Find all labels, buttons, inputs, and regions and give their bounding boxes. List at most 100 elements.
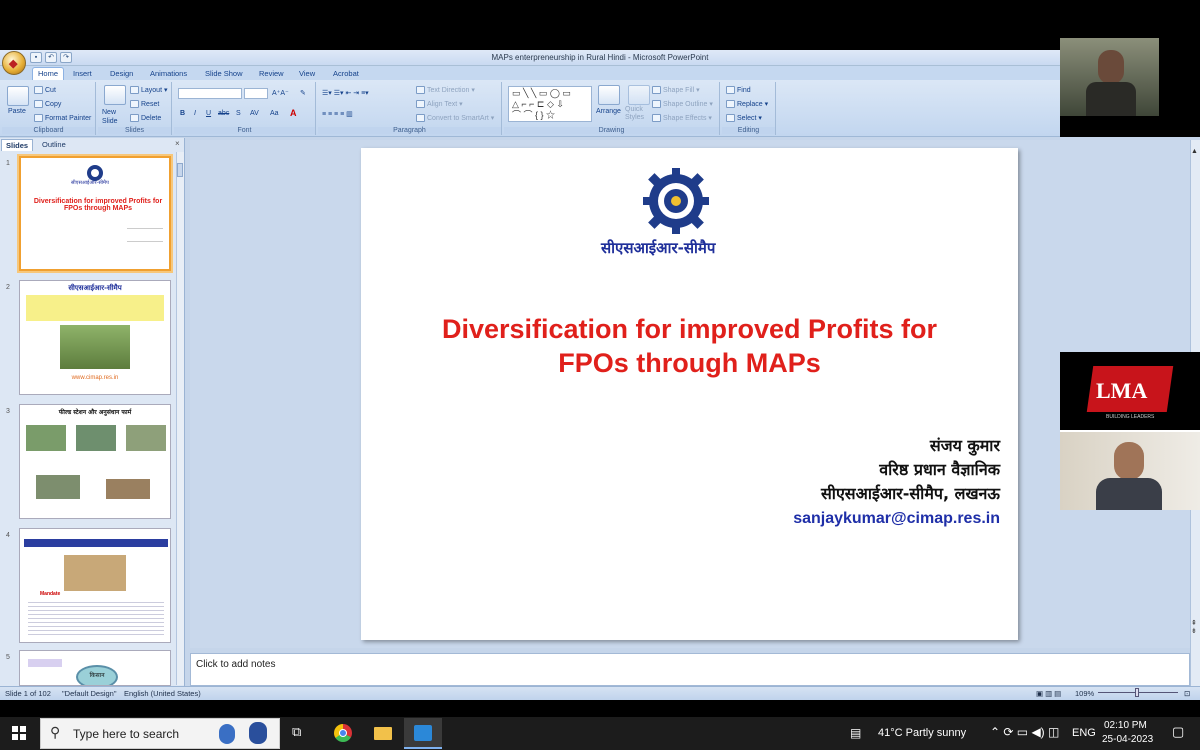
office-button[interactable]: ◆ — [2, 51, 26, 75]
redo-icon[interactable]: ↷ — [60, 52, 72, 63]
cut-button[interactable]: Cut — [34, 86, 56, 94]
slide-thumb-3[interactable]: फील्ड स्टेशन और अनुसंधान फार्म — [19, 404, 171, 519]
group-clipboard: Paste Cut Copy Format Painter Clipboard — [2, 82, 96, 135]
thumb-number: 1 — [6, 160, 10, 167]
grow-font-icon[interactable]: A⁺A⁻ — [272, 89, 289, 97]
status-language[interactable]: English (United States) — [124, 689, 201, 698]
tab-home[interactable]: Home — [32, 67, 65, 81]
windows-start-icon[interactable] — [12, 726, 26, 740]
shapes-gallery[interactable]: ▭ ╲ ╲ ▭ ◯ ▭ △ ⌐ ⌐ ⊏ ◇ ⇩ ⌒ ⌒ { } ☆ — [508, 86, 592, 122]
group-label-clipboard: Clipboard — [2, 127, 95, 134]
zoom-level[interactable]: 109% — [1075, 689, 1094, 698]
zoom-slider-thumb[interactable] — [1135, 688, 1139, 697]
quick-styles-button[interactable]: Quick Styles — [625, 106, 655, 122]
tab-slides[interactable]: Slides — [1, 139, 34, 151]
task-view-icon[interactable]: ⧉ — [292, 724, 301, 740]
arrange-icon[interactable] — [598, 85, 620, 105]
tray-icons[interactable]: ⌃ ⟳ ▭ ◀) ◫ — [990, 725, 1059, 739]
align-icons[interactable]: ≡ ≡ ≡ ≡ ▥ — [322, 110, 353, 118]
slide-thumb-2[interactable]: सीएसआईआर-सीमैप www.cimap.res.in — [19, 280, 171, 395]
binoculars-icon — [726, 86, 735, 94]
notifications-icon[interactable]: ▢ — [1172, 724, 1184, 740]
close-panel-icon[interactable]: × — [175, 139, 180, 148]
delete-button[interactable]: Delete — [130, 114, 161, 122]
scroll-up-icon[interactable]: ▲ — [1191, 148, 1198, 155]
weather-icon[interactable]: ▤ — [850, 726, 861, 740]
underline-button[interactable]: U — [206, 110, 211, 117]
font-name-select[interactable] — [178, 88, 242, 99]
clear-format-icon[interactable]: ✎ — [300, 89, 306, 97]
font-color-icon[interactable]: A — [290, 108, 297, 118]
tab-acrobat[interactable]: Acrobat — [328, 68, 364, 80]
current-slide[interactable]: सीएसआईआर-सीमैप Diversification for impro… — [361, 148, 1018, 640]
clock-time[interactable]: 02:10 PM — [1104, 720, 1147, 731]
group-label-paragraph: Paragraph — [318, 127, 501, 134]
prev-next-slide-icons[interactable]: ⇞ ⇟ — [1191, 620, 1197, 636]
shape-outline-button[interactable]: Shape Outline ▾ — [652, 100, 713, 109]
shape-outline-label: Shape Outline — [663, 101, 708, 108]
select-button[interactable]: Select ▾ — [726, 114, 762, 123]
taskbar-explorer-button[interactable] — [366, 718, 400, 749]
new-slide-button[interactable]: New Slide — [102, 108, 128, 126]
italic-button[interactable]: I — [194, 110, 196, 117]
format-painter-button[interactable]: Format Painter — [34, 114, 91, 122]
author-email: sanjaykumar@cimap.res.in — [793, 510, 1000, 527]
taskbar-chrome-button[interactable] — [326, 718, 360, 749]
chrome-icon-center — [339, 729, 347, 737]
reset-button[interactable]: Reset — [130, 100, 159, 108]
strikethrough-button[interactable]: abc — [218, 110, 229, 117]
slide-thumb-1[interactable]: सीएसआईआर-सीमैप Diversification for impro… — [17, 154, 173, 273]
notes-pane[interactable]: Click to add notes — [190, 653, 1190, 686]
tab-outline[interactable]: Outline — [38, 139, 70, 151]
thumb-title: फील्ड स्टेशन और अनुसंधान फार्म — [58, 409, 132, 416]
thumb-box — [28, 659, 62, 667]
bold-button[interactable]: B — [180, 110, 185, 117]
save-icon[interactable]: ▪ — [30, 52, 42, 63]
layout-button[interactable]: Layout ▾ — [130, 86, 168, 95]
thumb-header-bar — [24, 539, 168, 547]
copy-button[interactable]: Copy — [34, 100, 61, 108]
language-indicator[interactable]: ENG — [1072, 727, 1096, 739]
find-button[interactable]: Find — [726, 86, 751, 94]
paste-icon[interactable] — [7, 86, 29, 106]
tab-design[interactable]: Design — [105, 68, 138, 80]
thumb-title: किसान — [76, 665, 118, 685]
clock-date[interactable]: 25-04-2023 — [1102, 734, 1153, 745]
shadow-button[interactable]: S — [236, 110, 241, 117]
replace-button[interactable]: Replace ▾ — [726, 100, 768, 109]
search-highlight-art-icon — [215, 720, 275, 746]
arrange-button[interactable]: Arrange — [596, 108, 621, 115]
slides-panel-scroll-thumb[interactable] — [177, 163, 183, 177]
taskbar-powerpoint-button[interactable] — [404, 718, 442, 749]
view-buttons[interactable]: ▣▥▤ — [1036, 689, 1063, 698]
thumb-photo — [64, 555, 126, 591]
change-case-button[interactable]: Aa — [270, 110, 279, 117]
undo-icon[interactable]: ↶ — [45, 52, 57, 63]
shape-effects-label: Shape Effects — [663, 115, 707, 122]
font-size-select[interactable] — [244, 88, 268, 99]
thumb-url: www.cimap.res.in — [71, 375, 119, 381]
quick-styles-icon[interactable] — [628, 85, 650, 105]
new-slide-icon[interactable] — [104, 85, 126, 105]
align-text-button[interactable]: Align Text ▾ — [416, 100, 463, 109]
shape-fill-label: Shape Fill — [663, 87, 695, 94]
shape-effects-button[interactable]: Shape Effects ▾ — [652, 114, 712, 123]
char-spacing-button[interactable]: AV — [250, 110, 259, 117]
tab-animations[interactable]: Animations — [145, 68, 192, 80]
tab-view[interactable]: View — [294, 68, 320, 80]
bullets-icon[interactable]: ☰▾ ☰▾ ⇤ ⇥ ≡▾ — [322, 89, 369, 97]
fit-slide-icon[interactable]: ⊡ — [1184, 689, 1190, 698]
text-direction-icon — [416, 86, 425, 95]
zoom-slider[interactable] — [1098, 688, 1178, 698]
convert-smartart-button[interactable]: Convert to SmartArt ▾ — [416, 114, 494, 123]
slides-panel-scrollbar[interactable] — [176, 152, 184, 685]
paste-button[interactable]: Paste — [8, 108, 26, 115]
weather-text[interactable]: 41°C Partly sunny — [878, 727, 966, 739]
text-direction-button[interactable]: Text Direction ▾ — [416, 86, 475, 95]
slide-thumb-4[interactable]: Mandate — [19, 528, 171, 643]
shape-fill-button[interactable]: Shape Fill ▾ — [652, 86, 700, 95]
slide-thumb-5[interactable]: किसान — [19, 650, 171, 686]
tab-slide-show[interactable]: Slide Show — [200, 68, 248, 80]
tab-insert[interactable]: Insert — [68, 68, 97, 80]
tab-review[interactable]: Review — [254, 68, 289, 80]
